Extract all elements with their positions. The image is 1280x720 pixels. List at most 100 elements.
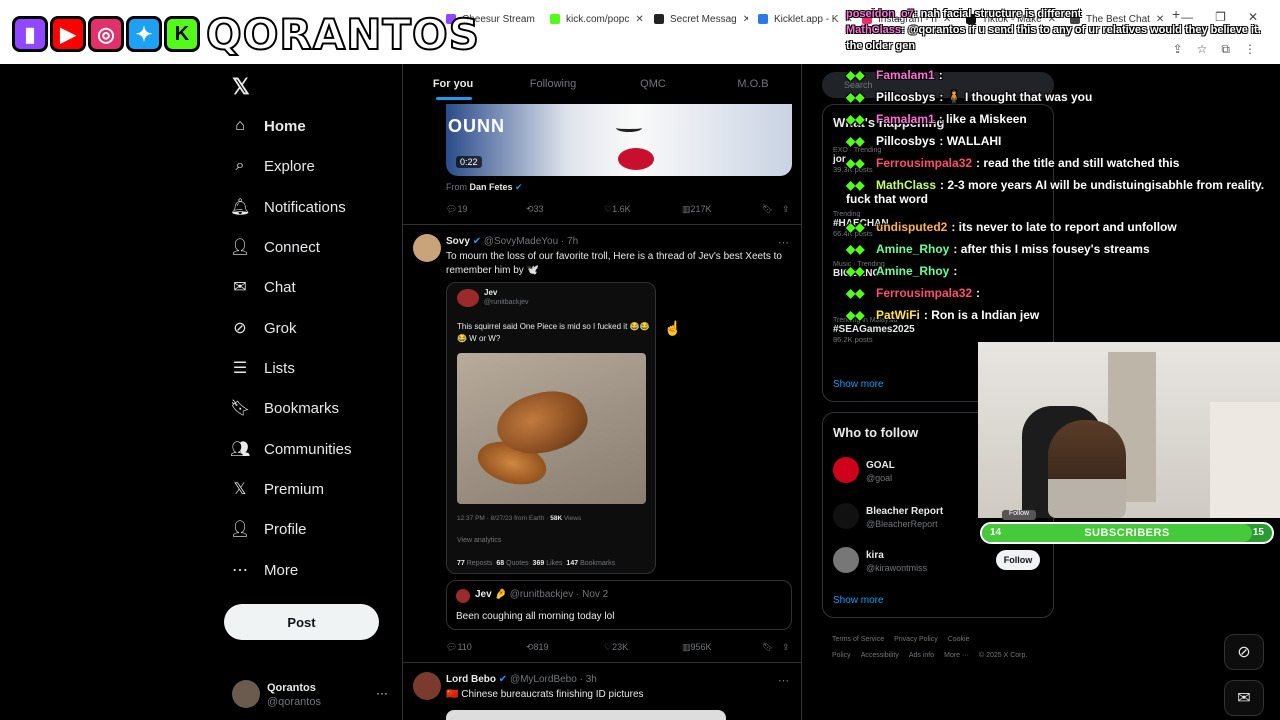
sidebar-item-notifications[interactable]: 🔔︎ Notifications bbox=[230, 192, 346, 222]
source-name[interactable]: Dan Fetes bbox=[470, 182, 513, 192]
video-player[interactable]: OUNN 0:22 bbox=[446, 104, 792, 176]
footer-link[interactable]: Terms of Service bbox=[832, 636, 884, 643]
footer-link[interactable]: More ··· bbox=[944, 652, 969, 659]
author-handle[interactable]: @SovyMadeYou bbox=[484, 236, 558, 247]
chat-username: undisputed2 bbox=[876, 220, 948, 234]
sidebar-item-label: Profile bbox=[264, 520, 307, 538]
sub-goal-bar: 14 SUBSCRIBERS 15 bbox=[980, 522, 1274, 544]
footer-link[interactable]: © 2025 X Corp. bbox=[979, 652, 1027, 659]
nike-swoosh-icon bbox=[616, 124, 642, 132]
chat-text: : @qorantos if u send this to any of ur … bbox=[846, 24, 1261, 52]
chat-message: ◆◆ PatWiFi: Ron is a Indian jew bbox=[846, 308, 1039, 322]
sidebar-item-explore[interactable]: ⌕ Explore bbox=[230, 151, 315, 181]
show-more-link[interactable]: Show more bbox=[833, 379, 884, 390]
reply-button[interactable]: 💬︎ 19 bbox=[446, 204, 467, 215]
like-button[interactable]: ♡ 23K bbox=[604, 642, 628, 653]
repost-button[interactable]: ⟲ 33 bbox=[526, 204, 544, 215]
share-icon[interactable]: ⇪ bbox=[782, 642, 790, 653]
follow-button[interactable]: Follow bbox=[996, 550, 1040, 570]
sidebar-item-chat[interactable]: ✉ Chat bbox=[230, 272, 295, 302]
divider bbox=[403, 224, 801, 225]
post-button[interactable]: Post bbox=[224, 604, 379, 640]
suggestion-name: Bleacher Report bbox=[866, 506, 944, 517]
sidebar-item-connect[interactable]: 👤︎ Connect bbox=[230, 232, 320, 262]
sidebar-item-label: Notifications bbox=[264, 198, 346, 216]
suggestion-handle: @BleacherReport bbox=[866, 519, 938, 529]
show-more-link[interactable]: Show more bbox=[833, 595, 884, 606]
share-icon[interactable]: ⇪ bbox=[782, 204, 790, 215]
sidebar-item-bookmarks[interactable]: 🔖︎ Bookmarks bbox=[230, 393, 339, 423]
sidebar-item-lists[interactable]: ☰ Lists bbox=[230, 353, 295, 383]
like-button[interactable]: ♡ 1.6K bbox=[604, 204, 631, 215]
chat-username: Amine_Rhoy bbox=[876, 264, 950, 278]
post-time: · 7h bbox=[560, 236, 579, 247]
browser-tab[interactable]: Kicklet.app - K ✕ bbox=[752, 6, 852, 32]
author-name[interactable]: Lord Bebo bbox=[446, 674, 496, 685]
chat-text: : bbox=[953, 264, 958, 278]
video-brand-text: OUNN bbox=[448, 116, 505, 136]
premium-icon: 𝕏 bbox=[233, 481, 247, 498]
chat-message: ◆◆ Amine_Rhoy: bbox=[846, 264, 957, 278]
stream-logo-bar: ▮ ▶ ◎ ✦ K QORANTOS bbox=[12, 8, 480, 60]
bookmark-icon[interactable]: 🔖︎ bbox=[762, 642, 773, 653]
sidebar-item-label: Grok bbox=[264, 319, 297, 337]
post-image[interactable] bbox=[446, 710, 726, 720]
author-name[interactable]: Sovy bbox=[446, 236, 470, 247]
quoted-reply[interactable]: Jev 🤌 @runitbackjev · Nov 2 Been coughin… bbox=[446, 580, 792, 630]
tab-close-icon[interactable]: ✕ bbox=[635, 14, 643, 25]
lists-icon: ☰ bbox=[232, 360, 248, 377]
quoted-author-handle: @runitbackjev bbox=[484, 299, 529, 306]
view-analytics-link[interactable]: View analytics bbox=[457, 537, 501, 544]
footer-links: Terms of Service Privacy Policy Cookie Pol… bbox=[832, 632, 1052, 664]
quoted-stats: 77 Reposts 68 Quotes 369 Likes 147 Bookm… bbox=[457, 560, 616, 567]
views-button[interactable]: ▥ 956K bbox=[682, 642, 712, 653]
quoted-post[interactable]: Jev @runitbackjev This squirrel said One… bbox=[446, 282, 656, 574]
account-name: Qorantos bbox=[267, 682, 316, 694]
bookmark-icon[interactable]: 🔖︎ bbox=[762, 204, 773, 215]
tab-mob[interactable]: M.O.B bbox=[703, 64, 801, 104]
footer-link[interactable]: Ads info bbox=[909, 652, 934, 659]
sidebar-item-home[interactable]: ⌂ Home bbox=[230, 111, 306, 141]
bills-logo-icon bbox=[618, 148, 654, 170]
chat-text: : bbox=[976, 286, 981, 300]
verified-badge-icon: ✔ bbox=[515, 182, 523, 192]
repost-button[interactable]: ⟲ 819 bbox=[526, 642, 549, 653]
post-menu-icon[interactable]: ⋯ bbox=[778, 236, 789, 249]
sidebar-item-label: Premium bbox=[264, 480, 325, 498]
quoted-text: This squirrel said One Piece is mid so I… bbox=[457, 322, 650, 343]
tab-close-icon[interactable]: ✕ bbox=[743, 14, 748, 25]
post-menu-icon[interactable]: ⋯ bbox=[778, 674, 789, 687]
footer-link[interactable]: Accessibility bbox=[861, 652, 899, 659]
account-switcher[interactable]: Qorantos @qorantos ··· bbox=[232, 680, 392, 710]
chat-badges-icon: ◆◆ bbox=[846, 264, 865, 278]
sidebar-item-grok[interactable]: ⊘ Grok bbox=[230, 313, 297, 343]
chat-text: : after this I miss fousey's streams bbox=[953, 242, 1150, 256]
x-logo-icon[interactable]: 𝕏 bbox=[232, 74, 250, 100]
chat-username: Ferrousimpala32 bbox=[876, 286, 973, 300]
browser-tab[interactable]: Secret Messag ✕ bbox=[648, 6, 748, 32]
quoted-image[interactable] bbox=[457, 353, 646, 504]
more-icon: ⋯ bbox=[232, 562, 248, 579]
tab-following[interactable]: Following bbox=[503, 64, 603, 104]
avatar bbox=[413, 234, 441, 262]
home-icon: ⌂ bbox=[235, 117, 245, 134]
tab-for-you[interactable]: For you bbox=[403, 64, 503, 104]
messages-icon[interactable]: ✉ bbox=[1224, 680, 1264, 716]
sidebar-item-more[interactable]: ⋯ More bbox=[230, 555, 298, 585]
reply-button[interactable]: 💬︎ 110 bbox=[446, 642, 472, 653]
tab-qmc[interactable]: QMC bbox=[603, 64, 703, 104]
chat-badges-icon: ◆◆ bbox=[846, 134, 865, 148]
stream-chat-top: poseidon_o7: nah facial structure is dif… bbox=[846, 6, 1270, 54]
sidebar-item-communities[interactable]: 👥︎ Communities bbox=[230, 434, 352, 464]
author-handle[interactable]: @MyLordBebo bbox=[510, 674, 577, 685]
sidebar-item-profile[interactable]: 👤︎ Profile bbox=[230, 514, 307, 544]
chat-badges-icon: ◆◆ bbox=[846, 68, 865, 82]
sidebar-item-premium[interactable]: 𝕏 Premium bbox=[230, 474, 324, 504]
views-button[interactable]: ▥ 217K bbox=[682, 204, 712, 215]
chat-message: MathClass: @qorantos if u send this to a… bbox=[846, 22, 1270, 54]
browser-tab[interactable]: kick.com/popc ✕ bbox=[544, 6, 644, 32]
more-dots-icon[interactable]: ··· bbox=[376, 686, 388, 700]
footer-link[interactable]: Privacy Policy bbox=[894, 636, 938, 643]
grok-icon[interactable]: ⊘ bbox=[1224, 634, 1264, 670]
video-source: From Dan Fetes ✔ bbox=[446, 182, 523, 192]
